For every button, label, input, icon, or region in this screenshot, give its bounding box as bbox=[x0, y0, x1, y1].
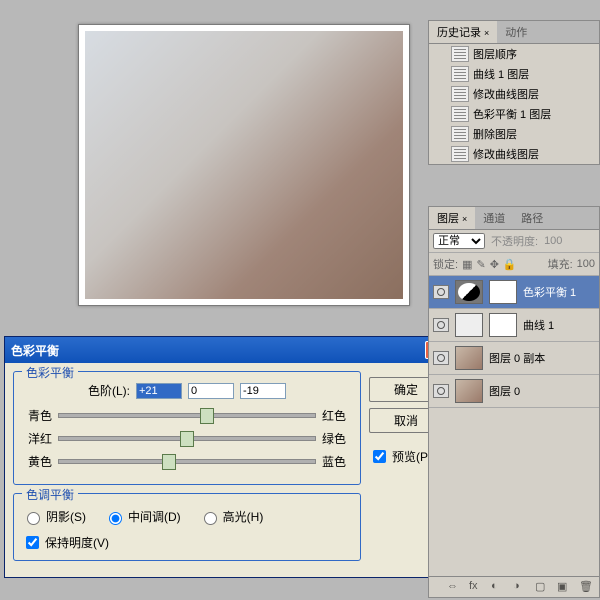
slider-thumb[interactable] bbox=[162, 454, 176, 470]
fill-label: 填充: bbox=[548, 256, 573, 272]
visibility-icon[interactable] bbox=[433, 318, 449, 332]
history-step-icon bbox=[451, 86, 469, 102]
history-item-label: 修改曲线图层 bbox=[473, 146, 539, 162]
history-panel: 历史记录× 动作 图层顺序曲线 1 图层修改曲线图层色彩平衡 1 图层删除图层修… bbox=[428, 20, 600, 165]
layer-item[interactable]: 色彩平衡 1 bbox=[429, 276, 599, 309]
slider-track[interactable] bbox=[58, 459, 316, 464]
layer-name: 曲线 1 bbox=[523, 317, 554, 333]
fill-value[interactable]: 100 bbox=[577, 258, 595, 270]
history-step-icon bbox=[451, 126, 469, 142]
slider-left-label: 青色 bbox=[22, 407, 52, 424]
slider-left-label: 黄色 bbox=[22, 453, 52, 470]
history-item-label: 删除图层 bbox=[473, 126, 517, 142]
layer-name: 色彩平衡 1 bbox=[523, 284, 576, 300]
level3-input[interactable] bbox=[240, 383, 286, 399]
history-item-label: 色彩平衡 1 图层 bbox=[473, 106, 551, 122]
fx-icon[interactable]: fx bbox=[469, 580, 483, 594]
group-label: 色调平衡 bbox=[22, 486, 78, 503]
blend-mode-select[interactable]: 正常 bbox=[433, 233, 485, 249]
history-item[interactable]: 修改曲线图层 bbox=[429, 144, 599, 164]
layer-name: 图层 0 副本 bbox=[489, 350, 545, 366]
highlight-radio[interactable]: 高光(H) bbox=[199, 508, 264, 525]
visibility-icon[interactable] bbox=[433, 351, 449, 365]
lock-transparency-icon[interactable]: ▦ bbox=[462, 258, 472, 271]
layer-item[interactable]: 图层 0 副本 bbox=[429, 342, 599, 375]
layers-panel: 图层× 通道 路径 正常 不透明度: 100 锁定: ▦ ✎ ✥ 🔒 填充: 1… bbox=[428, 206, 600, 598]
slider-right-label: 蓝色 bbox=[322, 453, 352, 470]
shadow-radio[interactable]: 阴影(S) bbox=[22, 508, 86, 525]
dialog-titlebar[interactable]: 色彩平衡 ✕ bbox=[5, 337, 451, 363]
history-list: 图层顺序曲线 1 图层修改曲线图层色彩平衡 1 图层删除图层修改曲线图层 bbox=[429, 44, 599, 164]
level2-input[interactable] bbox=[188, 383, 234, 399]
folder-icon[interactable]: ▢ bbox=[535, 580, 549, 594]
slider-track[interactable] bbox=[58, 436, 316, 441]
slider-thumb[interactable] bbox=[200, 408, 214, 424]
history-item-label: 图层顺序 bbox=[473, 46, 517, 62]
color-balance-dialog: 色彩平衡 ✕ 色彩平衡 色阶(L): 青色 红色洋红 绿色黄色 蓝色 色调平衡 阴影(… bbox=[4, 336, 452, 578]
mask-thumb[interactable] bbox=[489, 280, 517, 304]
history-item[interactable]: 修改曲线图层 bbox=[429, 84, 599, 104]
adjustment-icon[interactable]: ◑ bbox=[513, 580, 527, 594]
layer-thumb[interactable] bbox=[455, 313, 483, 337]
mask-thumb[interactable] bbox=[489, 313, 517, 337]
history-step-icon bbox=[451, 106, 469, 122]
visibility-icon[interactable] bbox=[433, 384, 449, 398]
tab-paths[interactable]: 路径 bbox=[513, 207, 551, 229]
history-step-icon bbox=[451, 66, 469, 82]
layer-list: 色彩平衡 1 曲线 1 图层 0 副本图层 0 bbox=[429, 276, 599, 408]
link-icon[interactable]: ⇔ bbox=[447, 580, 461, 594]
history-step-icon bbox=[451, 46, 469, 62]
lock-move-icon[interactable]: ✥ bbox=[490, 258, 499, 271]
layer-thumb[interactable] bbox=[455, 346, 483, 370]
tab-channels[interactable]: 通道 bbox=[475, 207, 513, 229]
history-item[interactable]: 曲线 1 图层 bbox=[429, 64, 599, 84]
mask-icon[interactable]: ◐ bbox=[491, 580, 505, 594]
preserve-luminosity-checkbox[interactable]: 保持明度(V) bbox=[22, 533, 352, 552]
lock-label: 锁定: bbox=[433, 256, 458, 272]
lock-brush-icon[interactable]: ✎ bbox=[476, 258, 485, 271]
layer-thumb[interactable] bbox=[455, 280, 483, 304]
slider-left-label: 洋红 bbox=[22, 430, 52, 447]
layer-item[interactable]: 曲线 1 bbox=[429, 309, 599, 342]
opacity-label: 不透明度: bbox=[491, 233, 538, 249]
tab-history[interactable]: 历史记录× bbox=[429, 21, 497, 43]
opacity-value[interactable]: 100 bbox=[544, 235, 562, 247]
level1-input[interactable] bbox=[136, 383, 182, 399]
new-layer-icon[interactable]: ▣ bbox=[557, 580, 571, 594]
trash-icon[interactable]: 🗑 bbox=[579, 580, 593, 594]
history-item[interactable]: 色彩平衡 1 图层 bbox=[429, 104, 599, 124]
slider-track[interactable] bbox=[58, 413, 316, 418]
history-item[interactable]: 删除图层 bbox=[429, 124, 599, 144]
tab-actions[interactable]: 动作 bbox=[497, 21, 535, 43]
midtone-radio[interactable]: 中间调(D) bbox=[104, 508, 181, 525]
lock-all-icon[interactable]: 🔒 bbox=[503, 258, 517, 271]
slider-right-label: 红色 bbox=[322, 407, 352, 424]
history-item-label: 修改曲线图层 bbox=[473, 86, 539, 102]
layer-thumb[interactable] bbox=[455, 379, 483, 403]
visibility-icon[interactable] bbox=[433, 285, 449, 299]
slider-thumb[interactable] bbox=[180, 431, 194, 447]
color-balance-group: 色彩平衡 色阶(L): 青色红色洋红绿色黄色蓝色 bbox=[13, 371, 361, 485]
levels-label: 色阶(L): bbox=[88, 382, 130, 399]
layer-item[interactable]: 图层 0 bbox=[429, 375, 599, 408]
tone-balance-group: 色调平衡 阴影(S) 中间调(D) 高光(H) 保持明度(V) bbox=[13, 493, 361, 561]
history-item-label: 曲线 1 图层 bbox=[473, 66, 529, 82]
history-item[interactable]: 图层顺序 bbox=[429, 44, 599, 64]
history-step-icon bbox=[451, 146, 469, 162]
dialog-title-text: 色彩平衡 bbox=[11, 342, 59, 359]
group-label: 色彩平衡 bbox=[22, 364, 78, 381]
layers-toolbar: ⇔ fx ◐ ◑ ▢ ▣ 🗑 bbox=[429, 576, 599, 597]
canvas-preview bbox=[78, 24, 410, 306]
slider-right-label: 绿色 bbox=[322, 430, 352, 447]
tab-layers[interactable]: 图层× bbox=[429, 207, 475, 229]
layer-name: 图层 0 bbox=[489, 383, 520, 399]
